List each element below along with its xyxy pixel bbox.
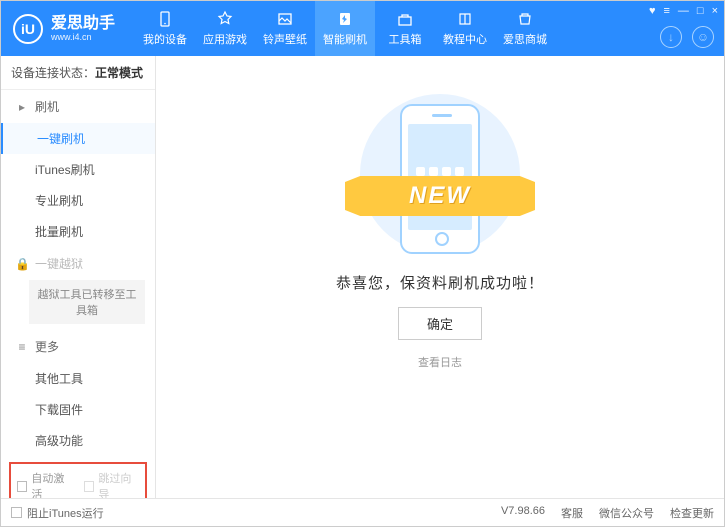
nav-label: 我的设备 [143, 31, 187, 47]
nav-my-device[interactable]: 我的设备 [135, 1, 195, 56]
checkbox-label: 跳过向导 [98, 470, 139, 498]
success-illustration: NEW [345, 94, 535, 254]
sidebar-item-download-fw[interactable]: 下载固件 [1, 394, 155, 425]
options-highlight: 自动激活 跳过向导 [9, 462, 147, 498]
main-nav: 我的设备 应用游戏 铃声壁纸 智能刷机 工具箱 教程中心 爱思商城 [135, 1, 555, 56]
app-name: 爱思助手 [51, 16, 115, 32]
footer-link-support[interactable]: 客服 [561, 505, 583, 521]
picture-icon [276, 10, 294, 28]
checkbox-label: 阻止iTunes运行 [27, 505, 104, 521]
maximize-icon[interactable]: □ [697, 5, 704, 17]
sidebar-item-pro-flash[interactable]: 专业刷机 [1, 185, 155, 216]
flash-icon [336, 10, 354, 28]
nav-flash[interactable]: 智能刷机 [315, 1, 375, 56]
status-value: 正常模式 [95, 66, 143, 80]
connection-status: 设备连接状态：正常模式 [1, 56, 155, 90]
book-icon [456, 10, 474, 28]
checkbox-icon [11, 507, 22, 518]
footer-link-wechat[interactable]: 微信公众号 [599, 505, 654, 521]
jailbreak-note: 越狱工具已转移至工具箱 [29, 280, 145, 324]
checkbox-icon [17, 481, 27, 492]
flash-section-icon: ▸ [15, 100, 29, 114]
nav-label: 教程中心 [443, 31, 487, 47]
checkbox-label: 自动激活 [31, 470, 72, 498]
section-label: 一键越狱 [35, 255, 83, 272]
sidebar-item-advanced[interactable]: 高级功能 [1, 425, 155, 456]
sidebar-item-other-tools[interactable]: 其他工具 [1, 363, 155, 394]
checkbox-icon [84, 481, 94, 492]
section-flash[interactable]: ▸ 刷机 [1, 90, 155, 123]
section-label: 刷机 [35, 98, 59, 115]
auto-activate-checkbox[interactable]: 自动激活 [17, 470, 72, 498]
nav-label: 工具箱 [389, 31, 422, 47]
more-icon: ≡ [15, 340, 29, 354]
sidebar-item-onekey-flash[interactable]: 一键刷机 [1, 123, 155, 154]
sidebar-item-itunes-flash[interactable]: iTunes刷机 [1, 154, 155, 185]
device-icon [156, 10, 174, 28]
nav-label: 应用游戏 [203, 31, 247, 47]
apps-icon [216, 10, 234, 28]
block-itunes-checkbox[interactable]: 阻止iTunes运行 [11, 505, 104, 521]
logo: iU 爱思助手 www.i4.cn [1, 14, 127, 44]
sidebar: 设备连接状态：正常模式 ▸ 刷机 一键刷机 iTunes刷机 专业刷机 批量刷机… [1, 56, 156, 498]
store-icon [516, 10, 534, 28]
toolbox-icon [396, 10, 414, 28]
lock-icon: 🔒 [15, 257, 29, 271]
user-icons: ↓ ☺ [660, 26, 714, 48]
nav-toolbox[interactable]: 工具箱 [375, 1, 435, 56]
skip-guide-checkbox[interactable]: 跳过向导 [84, 470, 139, 498]
nav-apps[interactable]: 应用游戏 [195, 1, 255, 56]
download-icon[interactable]: ↓ [660, 26, 682, 48]
nav-label: 爱思商城 [503, 31, 547, 47]
footer-link-update[interactable]: 检查更新 [670, 505, 714, 521]
ok-button[interactable]: 确定 [398, 307, 482, 340]
app-url: www.i4.cn [51, 32, 115, 42]
close-icon[interactable]: × [712, 5, 718, 17]
status-label: 设备连接状态： [11, 66, 95, 80]
version-label: V7.98.66 [501, 505, 545, 521]
title-bar: iU 爱思助手 www.i4.cn 我的设备 应用游戏 铃声壁纸 智能刷机 工具… [1, 1, 724, 56]
section-label: 更多 [35, 338, 59, 355]
main-content: NEW 恭喜您，保资料刷机成功啦！ 确定 查看日志 [156, 56, 724, 498]
fav-icon[interactable]: ♥ [649, 5, 656, 17]
nav-label: 智能刷机 [323, 31, 367, 47]
window-controls: ♥ ≡ — □ × [649, 5, 718, 17]
minimize-icon[interactable]: — [678, 5, 689, 17]
section-jailbreak: 🔒 一键越狱 [1, 247, 155, 280]
nav-ringtones[interactable]: 铃声壁纸 [255, 1, 315, 56]
sidebar-item-batch-flash[interactable]: 批量刷机 [1, 216, 155, 247]
nav-label: 铃声壁纸 [263, 31, 307, 47]
user-icon[interactable]: ☺ [692, 26, 714, 48]
status-bar: 阻止iTunes运行 V7.98.66 客服 微信公众号 检查更新 [1, 498, 724, 526]
new-ribbon: NEW [345, 176, 535, 216]
menu-icon[interactable]: ≡ [663, 5, 669, 17]
section-more[interactable]: ≡ 更多 [1, 330, 155, 363]
success-message: 恭喜您，保资料刷机成功啦！ [336, 272, 544, 293]
nav-store[interactable]: 爱思商城 [495, 1, 555, 56]
logo-icon: iU [13, 14, 43, 44]
view-log-link[interactable]: 查看日志 [418, 354, 462, 370]
nav-tutorials[interactable]: 教程中心 [435, 1, 495, 56]
